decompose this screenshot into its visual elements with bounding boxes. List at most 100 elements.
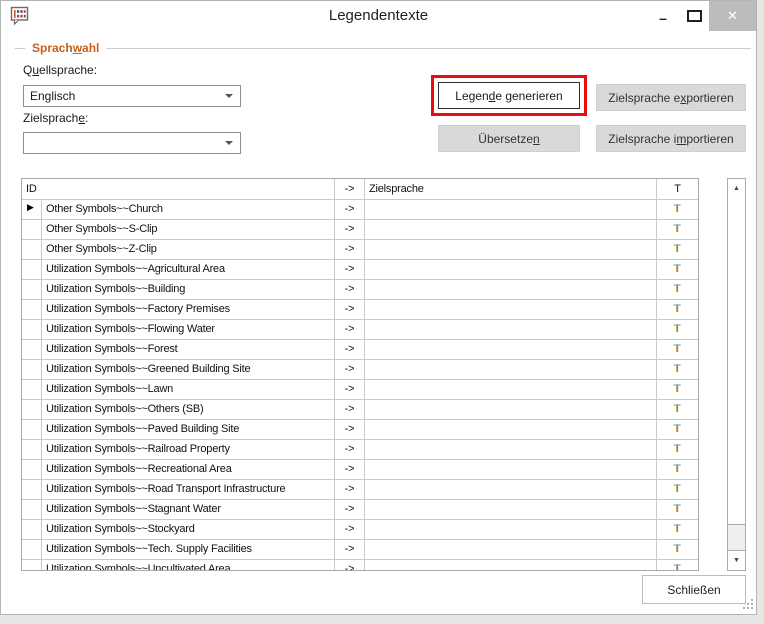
table-row[interactable]: Utilization Symbols~~Agricultural Area -… — [22, 260, 698, 280]
translate-type-cell: T — [657, 520, 698, 539]
id-cell[interactable]: Utilization Symbols~~Stockyard — [42, 520, 335, 539]
table-row[interactable]: Utilization Symbols~~Paved Building Site… — [22, 420, 698, 440]
table-scrollbar[interactable]: ▲ ▼ — [727, 178, 746, 571]
table-row[interactable]: Utilization Symbols~~Greened Building Si… — [22, 360, 698, 380]
target-language-cell[interactable] — [365, 520, 657, 539]
row-selector-cell — [22, 220, 42, 239]
row-selector-cell: ▶ — [22, 200, 42, 219]
target-language-cell[interactable] — [365, 220, 657, 239]
chevron-down-icon — [225, 94, 233, 98]
table-row[interactable]: Utilization Symbols~~Uncultivated Area -… — [22, 560, 698, 571]
column-header-t[interactable]: T — [657, 179, 698, 199]
maximize-button[interactable] — [679, 1, 709, 31]
id-cell[interactable]: Utilization Symbols~~Agricultural Area — [42, 260, 335, 279]
id-cell[interactable]: Utilization Symbols~~Recreational Area — [42, 460, 335, 479]
arrow-cell: -> — [335, 500, 365, 519]
titlebar: Legendentexte – ✕ — [1, 1, 756, 31]
row-selector-cell — [22, 420, 42, 439]
translate-type-cell: T — [657, 460, 698, 479]
export-target-language-button[interactable]: Zielsprache exportieren — [596, 84, 746, 111]
id-cell[interactable]: Other Symbols~~Z-Clip — [42, 240, 335, 259]
target-language-cell[interactable] — [365, 200, 657, 219]
table-row[interactable]: Utilization Symbols~~Railroad Property -… — [22, 440, 698, 460]
close-dialog-button[interactable]: Schließen — [642, 575, 746, 604]
translate-button[interactable]: Übersetzen — [438, 125, 580, 152]
id-cell[interactable]: Utilization Symbols~~Railroad Property — [42, 440, 335, 459]
target-language-cell[interactable] — [365, 460, 657, 479]
table-row[interactable]: Utilization Symbols~~Flowing Water -> T — [22, 320, 698, 340]
table-row[interactable]: Other Symbols~~S-Clip -> T — [22, 220, 698, 240]
translate-type-cell: T — [657, 220, 698, 239]
table-row[interactable]: Other Symbols~~Z-Clip -> T — [22, 240, 698, 260]
id-cell[interactable]: Utilization Symbols~~Paved Building Site — [42, 420, 335, 439]
import-target-language-button[interactable]: Zielsprache importieren — [596, 125, 746, 152]
translate-type-cell: T — [657, 300, 698, 319]
row-selector-cell — [22, 400, 42, 419]
id-cell[interactable]: Utilization Symbols~~Forest — [42, 340, 335, 359]
target-language-cell[interactable] — [365, 560, 657, 571]
target-language-cell[interactable] — [365, 480, 657, 499]
minimize-button[interactable]: – — [647, 1, 679, 31]
id-cell[interactable]: Utilization Symbols~~Stagnant Water — [42, 500, 335, 519]
table-row[interactable]: Utilization Symbols~~Building -> T — [22, 280, 698, 300]
target-language-cell[interactable] — [365, 240, 657, 259]
target-language-cell[interactable] — [365, 420, 657, 439]
id-cell[interactable]: Utilization Symbols~~Lawn — [42, 380, 335, 399]
id-cell[interactable]: Utilization Symbols~~Road Transport Infr… — [42, 480, 335, 499]
target-language-cell[interactable] — [365, 440, 657, 459]
scroll-down-button[interactable]: ▼ — [728, 550, 745, 570]
target-language-cell[interactable] — [365, 260, 657, 279]
target-language-cell[interactable] — [365, 380, 657, 399]
arrow-cell: -> — [335, 360, 365, 379]
id-cell[interactable]: Other Symbols~~S-Clip — [42, 220, 335, 239]
arrow-cell: -> — [335, 400, 365, 419]
target-language-cell[interactable] — [365, 320, 657, 339]
id-cell[interactable]: Utilization Symbols~~Flowing Water — [42, 320, 335, 339]
table-row[interactable]: Utilization Symbols~~Factory Premises ->… — [22, 300, 698, 320]
scroll-down-icon: ▼ — [733, 557, 740, 564]
row-selector-cell — [22, 240, 42, 259]
arrow-cell: -> — [335, 520, 365, 539]
id-cell[interactable]: Utilization Symbols~~Others (SB) — [42, 400, 335, 419]
id-cell[interactable]: Other Symbols~~Church — [42, 200, 335, 219]
close-window-button[interactable]: ✕ — [709, 1, 756, 31]
table-row[interactable]: Utilization Symbols~~Road Transport Infr… — [22, 480, 698, 500]
column-header-id[interactable]: ID — [22, 179, 335, 199]
id-cell[interactable]: Utilization Symbols~~Building — [42, 280, 335, 299]
translate-type-cell: T — [657, 380, 698, 399]
scroll-up-button[interactable]: ▲ — [728, 179, 745, 199]
column-header-arrow[interactable]: -> — [335, 179, 365, 199]
table-row[interactable]: Utilization Symbols~~Stockyard -> T — [22, 520, 698, 540]
target-language-cell[interactable] — [365, 540, 657, 559]
target-language-cell[interactable] — [365, 340, 657, 359]
arrow-cell: -> — [335, 300, 365, 319]
target-language-cell[interactable] — [365, 280, 657, 299]
resize-grip[interactable] — [743, 599, 755, 611]
table-row[interactable]: Utilization Symbols~~Others (SB) -> T — [22, 400, 698, 420]
row-selector-cell — [22, 560, 42, 571]
arrow-cell: -> — [335, 340, 365, 359]
table-row[interactable]: Utilization Symbols~~Stagnant Water -> T — [22, 500, 698, 520]
table-row[interactable]: ▶ Other Symbols~~Church -> T — [22, 200, 698, 220]
id-cell[interactable]: Utilization Symbols~~Factory Premises — [42, 300, 335, 319]
id-cell[interactable]: Utilization Symbols~~Tech. Supply Facili… — [42, 540, 335, 559]
target-language-cell[interactable] — [365, 360, 657, 379]
target-language-cell[interactable] — [365, 400, 657, 419]
generate-legend-button[interactable]: Legende generieren — [438, 82, 580, 109]
arrow-cell: -> — [335, 220, 365, 239]
scrollbar-thumb[interactable] — [728, 198, 745, 525]
table-row[interactable]: Utilization Symbols~~Forest -> T — [22, 340, 698, 360]
arrow-cell: -> — [335, 260, 365, 279]
row-selector-cell — [22, 460, 42, 479]
table-row[interactable]: Utilization Symbols~~Lawn -> T — [22, 380, 698, 400]
id-cell[interactable]: Utilization Symbols~~Uncultivated Area — [42, 560, 335, 571]
target-language-cell[interactable] — [365, 500, 657, 519]
source-language-dropdown[interactable]: Englisch — [23, 85, 241, 107]
table-row[interactable]: Utilization Symbols~~Tech. Supply Facili… — [22, 540, 698, 560]
column-header-target[interactable]: Zielsprache — [365, 179, 657, 199]
table-row[interactable]: Utilization Symbols~~Recreational Area -… — [22, 460, 698, 480]
target-language-dropdown[interactable] — [23, 132, 241, 154]
target-language-cell[interactable] — [365, 300, 657, 319]
id-cell[interactable]: Utilization Symbols~~Greened Building Si… — [42, 360, 335, 379]
window-controls: – ✕ — [647, 1, 756, 31]
